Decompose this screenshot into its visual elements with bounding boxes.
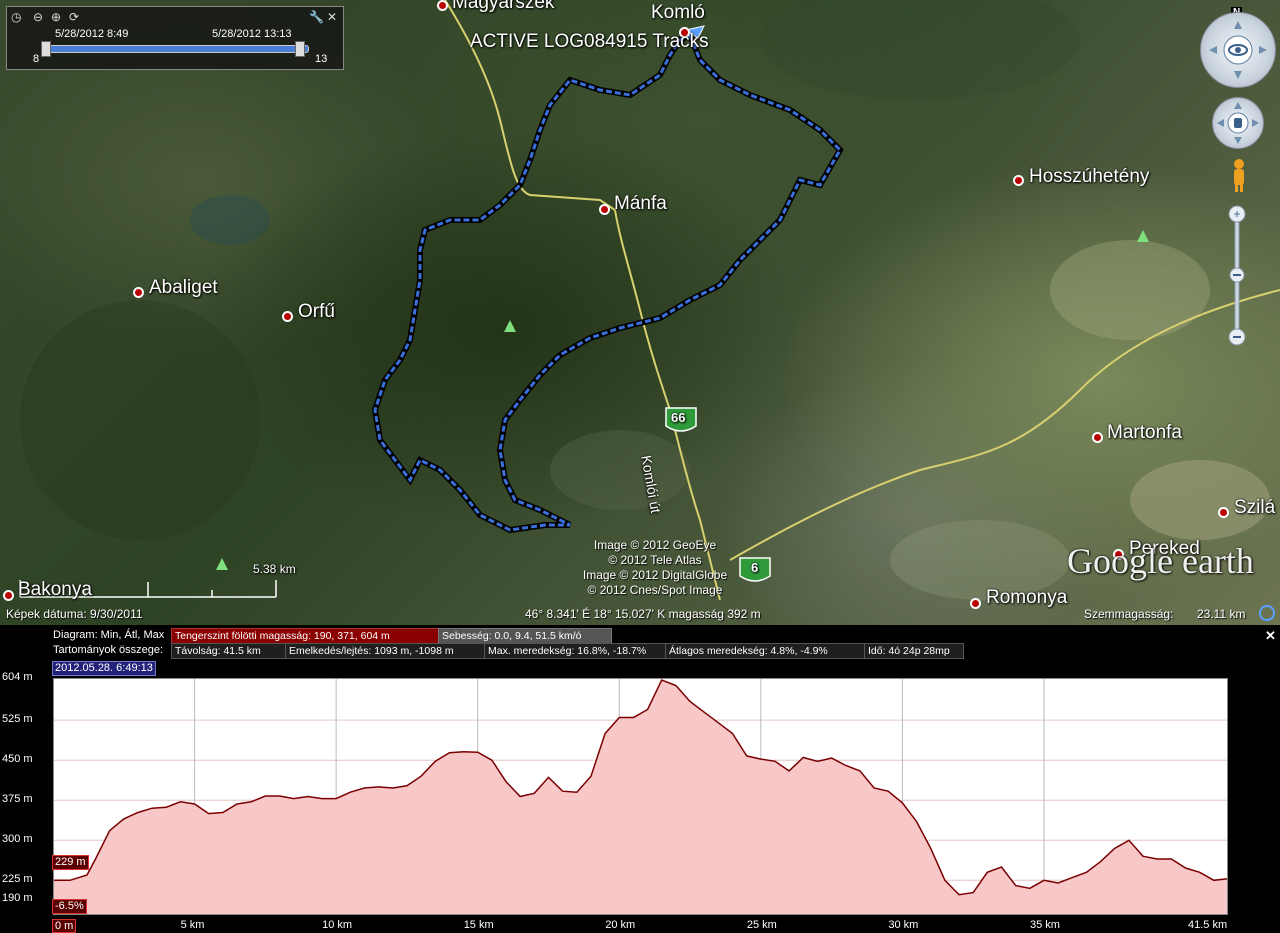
zoom-out-icon[interactable]: ⊖ [33, 10, 43, 24]
close-icon[interactable]: ✕ [327, 10, 337, 24]
wrench-icon[interactable]: 🔧 [309, 10, 324, 24]
x-tick-label: 41.5 km [1188, 919, 1228, 931]
place-dot [1092, 432, 1103, 443]
look-control[interactable] [1200, 12, 1276, 88]
start-handle[interactable] [41, 41, 51, 57]
zoom-slider[interactable]: + [1228, 205, 1246, 348]
hand-icon [1217, 102, 1259, 144]
street-view-pegman-icon[interactable] [1230, 158, 1248, 192]
place-label[interactable]: Orfű [298, 301, 335, 323]
place-label[interactable]: Szilá [1234, 497, 1275, 519]
totals-label: Tartományok összege: [53, 644, 164, 656]
eye-icon [1209, 21, 1267, 79]
place-dot [133, 287, 144, 298]
x-tick-label: 0 m [52, 919, 77, 933]
y-tick-label: 375 m [2, 793, 33, 806]
elevation-stats-cell[interactable]: Tengerszint fölötti magasság: 190, 371, … [171, 628, 439, 644]
elevation-chart[interactable] [53, 678, 1228, 915]
start-time: 5/28/2012 8:49 [55, 28, 129, 40]
place-label[interactable]: Magyarszék [452, 0, 554, 14]
clock-icon[interactable]: ◷ [11, 10, 21, 24]
y-tick-label: 604 m [2, 671, 33, 683]
place-dot [3, 590, 14, 601]
close-icon[interactable]: ✕ [1265, 628, 1276, 644]
avg-grade-cell: Átlagos meredekség: 4.8%, -4.9% [665, 643, 865, 659]
place-label[interactable]: Abaliget [149, 277, 218, 299]
elevation-profile-panel: ✕ Diagram: Min, Átl, Max Tengerszint föl… [0, 625, 1280, 933]
distance-cell: Távolság: 41.5 km [171, 643, 287, 659]
end-tick: 13 [315, 53, 328, 65]
speed-stats-cell[interactable]: Sebesség: 0.0, 9.4, 51.5 km/ó [438, 628, 612, 644]
place-dot [599, 204, 610, 215]
x-tick-label: 10 km [322, 919, 353, 931]
coordinates-readout: 46° 8.341' É 18° 15.027' K magasság 392 … [525, 607, 761, 621]
road-66-label: 66 [671, 410, 686, 425]
track-label[interactable]: ACTIVE LOG084915 Tracks [470, 31, 709, 53]
eye-altitude-label: Szemmagasság: [1084, 607, 1174, 621]
x-tick-label: 20 km [605, 919, 636, 931]
place-dot [1013, 175, 1024, 186]
start-tick: 8 [33, 53, 40, 65]
x-tick-label: 30 km [888, 919, 919, 931]
y-tick-label: 225 m [2, 873, 33, 886]
zoom-in-icon[interactable]: ⊕ [51, 10, 61, 24]
y-tick-label: 525 m [2, 713, 33, 726]
scale-label: 5.38 km [253, 562, 296, 576]
cursor-date-box: 2012.05.28. 6:49:13 [52, 661, 156, 676]
status-bar: Képek dátuma: 9/30/2011 46° 8.341' É 18°… [0, 604, 1280, 625]
diagram-label: Diagram: Min, Átl, Max [53, 629, 165, 641]
loading-ring-icon [1259, 605, 1275, 621]
end-handle[interactable] [295, 41, 305, 57]
map-overlay [19, 0, 1280, 601]
end-time: 5/28/2012 13:13 [212, 28, 292, 40]
move-control[interactable] [1212, 97, 1264, 149]
place-label[interactable]: Mánfa [614, 193, 667, 215]
place-label[interactable]: Hosszúhetény [1029, 166, 1149, 188]
climb-cell: Emelkedés/lejtés: 1093 m, -1098 m [285, 643, 485, 659]
y-tick-label: 450 m [2, 753, 33, 766]
copyright-line: Image © 2012 DigitalGlobe [582, 568, 728, 582]
current-slope-box: -6.5% [52, 899, 87, 914]
eye-altitude-value: 23.11 km [1197, 607, 1246, 621]
copyright-line: Image © 2012 GeoEye [593, 538, 717, 552]
x-tick-label: 5 km [180, 919, 205, 931]
time-range-bar[interactable] [45, 45, 309, 53]
map-view[interactable]: Magyarszék Komló ACTIVE LOG084915 Tracks… [0, 0, 1280, 625]
place-label[interactable]: Bakonya [18, 579, 92, 601]
play-icon[interactable]: ⟳ [69, 10, 79, 24]
max-grade-cell: Max. meredekség: 16.8%, -18.7% [484, 643, 666, 659]
time-cell: Idő: 4ó 24p 28mp [864, 643, 964, 659]
imagery-date: Képek dátuma: 9/30/2011 [6, 607, 143, 621]
google-earth-logo: Google earth [1067, 541, 1254, 581]
copyright-block: Image © 2012 GeoEye © 2012 Tele Atlas Im… [555, 538, 755, 598]
place-dot [1218, 507, 1229, 518]
x-tick-label: 35 km [1029, 919, 1060, 931]
current-elevation-box: 229 m [52, 855, 89, 870]
copyright-line: © 2012 Cnes/Spot Image [587, 583, 723, 597]
place-label[interactable]: Komló [651, 2, 705, 24]
place-label[interactable]: Martonfa [1107, 422, 1182, 444]
x-tick-label: 15 km [463, 919, 494, 931]
svg-text:+: + [1233, 207, 1240, 221]
y-tick-label: 190 m [2, 891, 33, 904]
time-slider-panel: ◷ ⊖ ⊕ ⟳ 🔧 ✕ 5/28/2012 8:49 5/28/2012 13:… [6, 6, 344, 70]
y-tick-label: 300 m [2, 833, 33, 846]
place-dot [437, 0, 448, 11]
copyright-line: © 2012 Tele Atlas [608, 553, 702, 567]
place-dot [282, 311, 293, 322]
x-tick-label: 25 km [746, 919, 777, 931]
